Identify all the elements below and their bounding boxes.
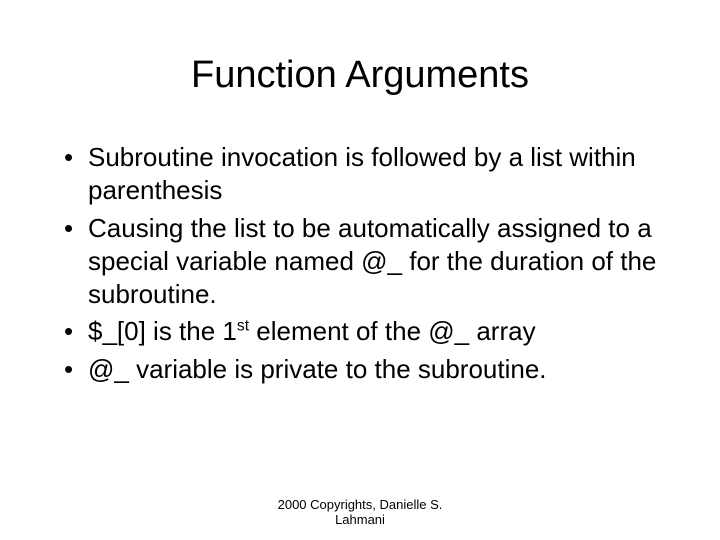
slide: Function Arguments Subroutine invocation… (0, 0, 720, 540)
bullet-list: Subroutine invocation is followed by a l… (40, 141, 680, 386)
list-item: @_ variable is private to the subroutine… (64, 353, 680, 386)
footer: 2000 Copyrights, Danielle S. Lahmani (0, 497, 720, 528)
list-item-text-post: element of the @_ array (249, 316, 536, 346)
superscript: st (237, 318, 249, 335)
footer-line: 2000 Copyrights, Danielle S. (0, 497, 720, 513)
slide-title: Function Arguments (40, 54, 680, 97)
list-item: $_[0] is the 1st element of the @_ array (64, 315, 680, 348)
list-item: Subroutine invocation is followed by a l… (64, 141, 680, 208)
footer-line: Lahmani (0, 512, 720, 528)
list-item: Causing the list to be automatically ass… (64, 212, 680, 312)
list-item-text-pre: $_[0] is the 1 (88, 316, 237, 346)
